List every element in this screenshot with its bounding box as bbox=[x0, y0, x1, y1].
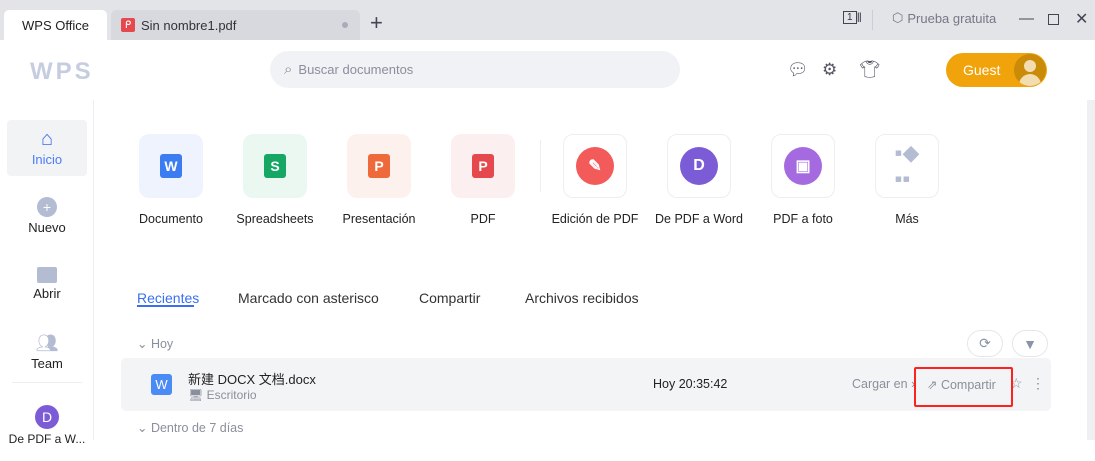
scrollbar[interactable] bbox=[1087, 100, 1095, 440]
section-label: Hoy bbox=[150, 337, 174, 351]
tab-archivos-recibidos[interactable]: Archivos recibidos bbox=[525, 290, 639, 306]
sidebar-item-team[interactable]: 👥︎ Team bbox=[7, 324, 87, 380]
tab-label: WPS Office bbox=[22, 17, 89, 33]
plus-circle-icon: + bbox=[37, 197, 57, 217]
refresh-button[interactable]: ⟳ bbox=[967, 330, 1003, 357]
word-file-icon: W bbox=[151, 374, 172, 395]
pdf-icon: P bbox=[472, 154, 494, 178]
chevron-down-icon: ⌄ bbox=[137, 337, 151, 351]
sidebar-item-inicio[interactable]: ⌂ Inicio bbox=[7, 120, 87, 176]
word-icon: W bbox=[160, 154, 182, 178]
tab-compartir[interactable]: Compartir bbox=[419, 290, 480, 306]
wps-logo: WPS bbox=[30, 58, 94, 85]
window-count-button[interactable]: 1 ‖ bbox=[843, 10, 862, 25]
new-tab-button[interactable]: + bbox=[370, 12, 383, 34]
tile-label: Presentación bbox=[342, 212, 416, 226]
sidebar-label: De PDF a W... bbox=[8, 432, 86, 446]
close-button[interactable]: ✕ bbox=[1075, 9, 1088, 29]
user-name: Guest bbox=[963, 62, 1001, 78]
tile-label: Más bbox=[895, 212, 919, 226]
upload-to-button[interactable]: Cargar en › bbox=[852, 377, 915, 391]
sidebar-label: Nuevo bbox=[28, 220, 66, 235]
file-time: Hoy 20:35:42 bbox=[653, 377, 728, 391]
tab-label: Sin nombre1.pdf bbox=[141, 17, 237, 33]
refresh-icon: ⟳ bbox=[979, 335, 991, 351]
search-input[interactable]: ⌕ Buscar documentos bbox=[270, 51, 680, 88]
folder-icon bbox=[37, 267, 57, 283]
sidebar-label: Inicio bbox=[31, 152, 63, 167]
tile-label: PDF a foto bbox=[773, 212, 833, 226]
tab-marcado[interactable]: Marcado con asterisco bbox=[238, 290, 379, 306]
upload-label: Cargar en bbox=[852, 377, 908, 391]
search-icon: ⌕ bbox=[284, 61, 293, 78]
window-count: 1 bbox=[843, 11, 857, 24]
section-label: Dentro de 7 días bbox=[150, 421, 244, 435]
tile-pdf-a-word[interactable]: D bbox=[667, 134, 731, 198]
file-location: 🖥︎ Escritorio bbox=[188, 388, 257, 402]
section-hoy[interactable]: ⌄ Hoy bbox=[137, 336, 173, 351]
more-apps-icon: ▪◆ ▪▪ bbox=[894, 140, 920, 191]
sidebar: ⌂ Inicio + Nuevo Abrir 👥︎ Team D De PDF a W.… bbox=[0, 100, 94, 446]
tile-presentacion[interactable]: P bbox=[347, 134, 411, 198]
tile-edicion-pdf[interactable]: ✎ bbox=[563, 134, 627, 198]
avatar bbox=[1014, 54, 1046, 86]
tile-pdf-a-foto[interactable]: ▣ bbox=[771, 134, 835, 198]
pdf-to-word-icon: D bbox=[680, 147, 718, 185]
filter-icon: ▼ bbox=[1023, 335, 1037, 352]
tile-pdf[interactable]: P bbox=[451, 134, 515, 198]
minimize-button[interactable]: — bbox=[1019, 10, 1034, 27]
pdf-to-image-icon: ▣ bbox=[784, 147, 822, 185]
pdf-edit-icon: ✎ bbox=[576, 147, 614, 185]
home-icon: ⌂ bbox=[40, 127, 54, 150]
tile-mas[interactable]: ▪◆ ▪▪ bbox=[875, 134, 939, 198]
sidebar-item-pdf-to-word[interactable]: D De PDF a W... bbox=[7, 405, 87, 461]
chevron-down-icon: ⌄ bbox=[137, 421, 151, 435]
spreadsheet-icon: S bbox=[264, 154, 286, 178]
tile-label: PDF bbox=[470, 212, 496, 226]
unsaved-dot-icon[interactable] bbox=[342, 22, 348, 28]
crown-icon: ⬡ bbox=[892, 10, 904, 25]
title-bar: WPS Office ᑭ Sin nombre1.pdf + 1 ‖ ⬡ Prueba… bbox=[0, 0, 1095, 40]
tile-label: De PDF a Word bbox=[655, 212, 743, 226]
sidebar-label: Team bbox=[31, 356, 63, 371]
sidebar-label: Abrir bbox=[33, 286, 61, 301]
message-icon[interactable]: 💬︎ bbox=[787, 60, 809, 80]
pdf-icon: ᑭ bbox=[121, 18, 135, 32]
pdf-to-word-icon: D bbox=[35, 405, 59, 429]
tile-documento[interactable]: W bbox=[139, 134, 203, 198]
trial-label: Prueba gratuita bbox=[907, 10, 997, 26]
file-name: 新建 DOCX 文档.docx bbox=[188, 372, 316, 387]
tile-spreadsheets[interactable]: S bbox=[243, 134, 307, 198]
filter-button[interactable]: ▼ bbox=[1012, 330, 1048, 357]
user-account-button[interactable]: Guest bbox=[946, 53, 1047, 87]
presentation-icon: P bbox=[368, 154, 390, 178]
section-7-dias[interactable]: ⌄ Dentro de 7 días bbox=[137, 420, 243, 435]
tab-pdf-document[interactable]: ᑭ Sin nombre1.pdf bbox=[111, 10, 360, 40]
file-row[interactable]: W 新建 DOCX 文档.docx 🖥︎ Escritorio Hoy 20:3… bbox=[121, 358, 1051, 411]
location-label: Escritorio bbox=[206, 388, 257, 402]
desktop-icon: 🖥︎ bbox=[188, 388, 207, 402]
tile-label: Edición de PDF bbox=[551, 212, 639, 226]
search-placeholder: Buscar documentos bbox=[298, 62, 414, 77]
free-trial-button[interactable]: ⬡ Prueba gratuita bbox=[892, 10, 996, 26]
highlight-box bbox=[914, 367, 1013, 407]
team-icon: 👥︎ bbox=[35, 332, 59, 353]
sidebar-item-abrir[interactable]: Abrir bbox=[7, 256, 87, 312]
gear-icon[interactable]: ⚙ bbox=[822, 60, 837, 80]
tab-wps-office[interactable]: WPS Office bbox=[4, 10, 107, 40]
maximize-button[interactable] bbox=[1048, 14, 1059, 25]
sidebar-item-nuevo[interactable]: + Nuevo bbox=[7, 188, 87, 244]
tile-label: Spreadsheets bbox=[236, 212, 314, 226]
tab-recientes[interactable]: Recientes bbox=[137, 290, 199, 306]
skin-shirt-icon[interactable]: 👕︎ bbox=[859, 60, 881, 80]
more-options-icon[interactable]: ⋮ bbox=[1031, 375, 1045, 392]
tile-label: Documento bbox=[139, 212, 203, 226]
